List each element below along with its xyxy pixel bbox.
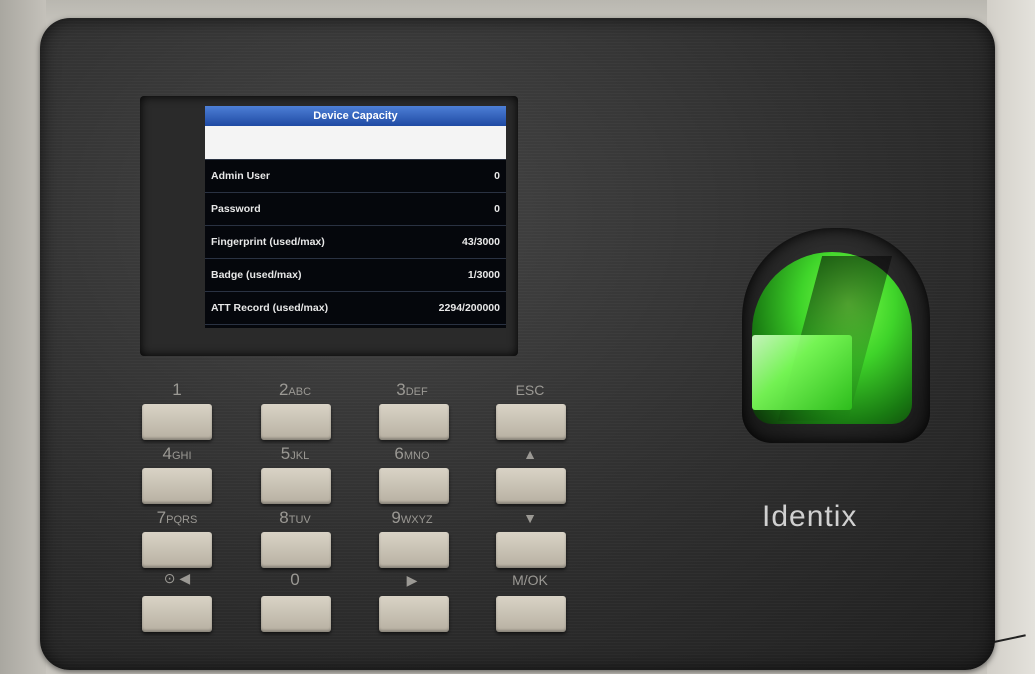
key-7-label: 7PQRS bbox=[156, 508, 198, 527]
down-arrow-icon: ▼ bbox=[523, 510, 537, 526]
key-0-button[interactable] bbox=[261, 596, 331, 632]
row-value: 0 bbox=[494, 203, 500, 215]
right-arrow-icon: ▶ bbox=[406, 572, 418, 588]
key-3-label: 3DEF bbox=[396, 380, 428, 399]
row-value: 43/3000 bbox=[462, 236, 500, 248]
key-ok-button[interactable] bbox=[496, 596, 566, 632]
key-9-label: 9WXYZ bbox=[391, 508, 433, 527]
key-5-label: 5JKL bbox=[280, 444, 310, 463]
key-6-label: 6MNO bbox=[394, 444, 430, 463]
row-value: 0 bbox=[494, 170, 500, 182]
row-label: ATT Record (used/max) bbox=[211, 302, 329, 314]
capacity-row-badge[interactable]: Badge (used/max) 1/3000 bbox=[205, 259, 506, 292]
key-4-label: 4GHI bbox=[162, 444, 192, 463]
row-label: Fingerprint (used/max) bbox=[211, 236, 325, 248]
key-3-button[interactable] bbox=[379, 404, 449, 440]
brand-logo: Identix bbox=[762, 500, 858, 533]
row-value: 1/3000 bbox=[467, 269, 500, 281]
key-8-button[interactable] bbox=[261, 532, 331, 568]
capacity-row-password[interactable]: Password 0 bbox=[205, 193, 506, 226]
screen-title: Device Capacity bbox=[205, 106, 506, 126]
key-down-button[interactable] bbox=[496, 532, 566, 568]
row-label: Badge (used/max) bbox=[211, 269, 302, 281]
key-5-button[interactable] bbox=[261, 468, 331, 504]
key-8-label: 8TUV bbox=[279, 508, 311, 527]
key-0-label: 0 bbox=[290, 570, 300, 589]
key-1-label: 1 bbox=[172, 380, 182, 399]
capacity-row-selected[interactable] bbox=[205, 126, 506, 160]
key-7-button[interactable] bbox=[142, 532, 212, 568]
key-esc-button[interactable] bbox=[496, 404, 566, 440]
power-left-arrow-icon: ⊙ ◀ bbox=[163, 570, 191, 586]
capacity-row-att-record[interactable]: ATT Record (used/max) 2294/200000 bbox=[205, 292, 506, 325]
key-right-button[interactable] bbox=[379, 596, 449, 632]
sensor-glass bbox=[752, 335, 852, 410]
row-label: Password bbox=[211, 203, 261, 215]
key-9-button[interactable] bbox=[379, 532, 449, 568]
key-6-button[interactable] bbox=[379, 468, 449, 504]
key-ok-label: M/OK bbox=[512, 572, 548, 588]
lcd-screen: Device Capacity Admin User 0 Password 0 … bbox=[205, 106, 506, 328]
capacity-row-fingerprint[interactable]: Fingerprint (used/max) 43/3000 bbox=[205, 226, 506, 259]
key-2-label: 2ABC bbox=[278, 380, 312, 399]
key-4-button[interactable] bbox=[142, 468, 212, 504]
key-left-button[interactable] bbox=[142, 596, 212, 632]
key-esc-label: ESC bbox=[515, 382, 545, 398]
capacity-row-admin-user[interactable]: Admin User 0 bbox=[205, 160, 506, 193]
row-value: 2294/200000 bbox=[438, 302, 500, 314]
row-label: Admin User bbox=[211, 170, 270, 182]
key-1-button[interactable] bbox=[142, 404, 212, 440]
up-arrow-icon: ▲ bbox=[523, 446, 537, 462]
key-up-button[interactable] bbox=[496, 468, 566, 504]
key-2-button[interactable] bbox=[261, 404, 331, 440]
